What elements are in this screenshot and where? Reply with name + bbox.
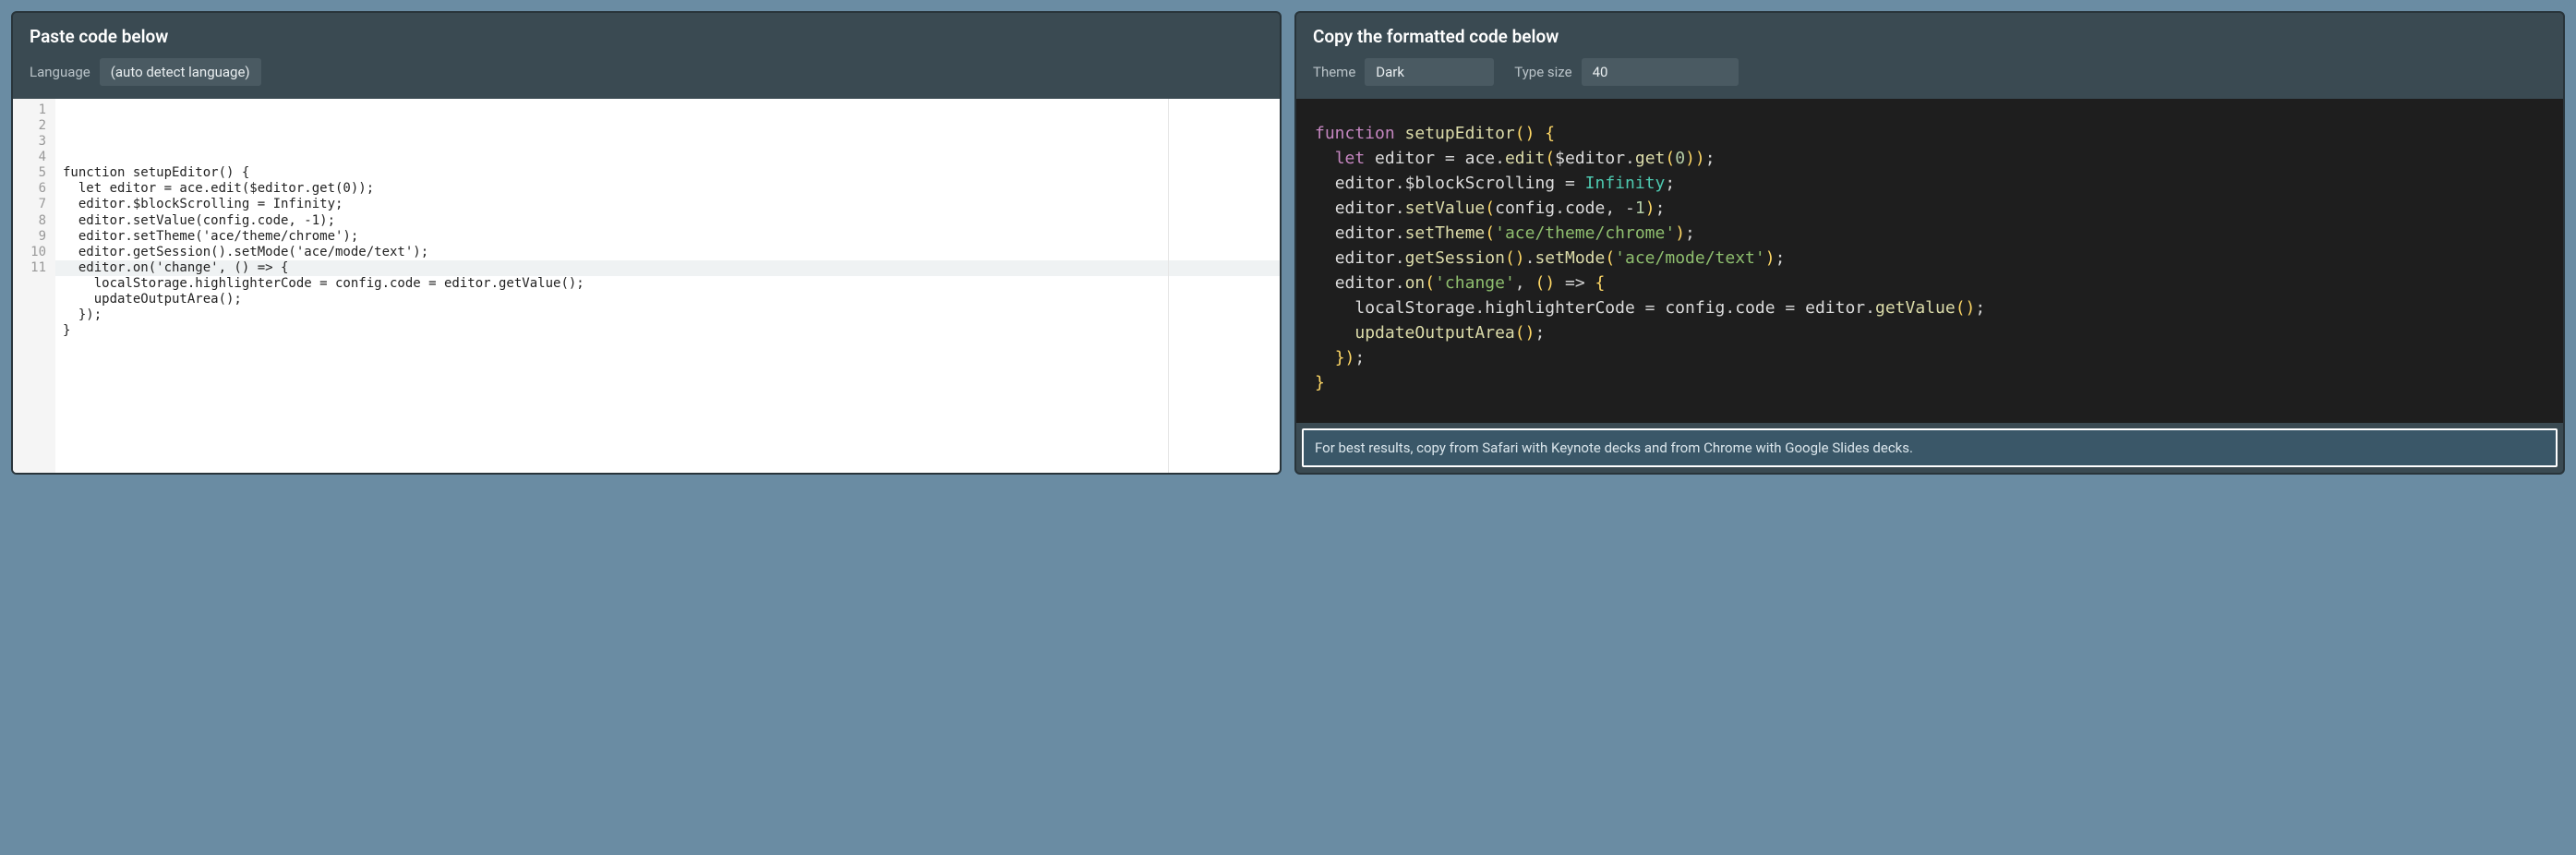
line-number: 5 [13,165,48,181]
code-line: editor.getSession().setMode('ace/mode/te… [63,245,1272,260]
output-line: editor.$blockScrolling = Infinity; [1315,171,2545,196]
code-line: editor.setTheme('ace/theme/chrome'); [63,229,1272,245]
language-select[interactable]: (auto detect language) [100,58,261,86]
code-line: updateOutputArea(); [63,292,1272,307]
code-line: localStorage.highlighterCode = config.co… [63,276,1272,292]
code-line: editor.$blockScrolling = Infinity; [63,197,1272,212]
line-number: 1 [13,102,48,118]
input-controls: Language (auto detect language) [30,58,1263,86]
output-line: editor.on('change', () => { [1315,271,2545,295]
output-line: }); [1315,345,2545,370]
line-number: 2 [13,118,48,134]
output-panel: Copy the formatted code below Theme Dark… [1294,11,2565,475]
line-number: 11 [13,260,48,276]
output-controls: Theme Dark Type size 40 [1313,58,2546,86]
line-number: 9 [13,229,48,245]
code-line: } [63,323,1272,339]
code-line: let editor = ace.edit($editor.get(0)); [63,181,1272,197]
output-panel-header: Copy the formatted code below Theme Dark… [1296,13,2563,99]
editor-content[interactable]: function setupEditor() { let editor = ac… [55,99,1280,473]
output-line: } [1315,370,2545,395]
output-line: updateOutputArea(); [1315,320,2545,345]
editor-gutter: 1234567891011 [13,99,55,473]
size-input[interactable]: 40 [1582,58,1739,86]
input-panel-title: Paste code below [30,26,1263,47]
size-label: Type size [1514,64,1571,80]
code-line: }); [63,307,1272,323]
line-number: 10 [13,245,48,260]
theme-select[interactable]: Dark [1365,58,1494,86]
line-number: 4 [13,150,48,165]
input-panel: Paste code below Language (auto detect l… [11,11,1282,475]
code-line: editor.setValue(config.code, -1); [63,213,1272,229]
code-line: function setupEditor() { [63,165,1272,181]
output-line: editor.setValue(config.code, -1); [1315,196,2545,221]
theme-label: Theme [1313,64,1355,80]
output-panel-title: Copy the formatted code below [1313,26,2546,47]
theme-control: Theme Dark [1313,58,1494,86]
line-number: 7 [13,197,48,212]
output-line: editor.getSession().setMode('ace/mode/te… [1315,246,2545,271]
output-line: let editor = ace.edit($editor.get(0)); [1315,146,2545,171]
input-panel-header: Paste code below Language (auto detect l… [13,13,1280,99]
tip-message: For best results, copy from Safari with … [1302,428,2558,467]
line-number: 3 [13,134,48,150]
line-number: 6 [13,181,48,197]
language-label: Language [30,64,90,80]
output-line: localStorage.highlighterCode = config.co… [1315,295,2545,320]
output-line: editor.setTheme('ace/theme/chrome'); [1315,221,2545,246]
language-control: Language (auto detect language) [30,58,261,86]
line-number: 8 [13,213,48,229]
size-control: Type size 40 [1514,58,1738,86]
output-line: function setupEditor() { [1315,121,2545,146]
code-line: editor.on('change', () => { [63,260,1272,276]
formatted-output[interactable]: function setupEditor() { let editor = ac… [1296,99,2563,423]
code-editor[interactable]: 1234567891011 function setupEditor() { l… [13,99,1280,473]
